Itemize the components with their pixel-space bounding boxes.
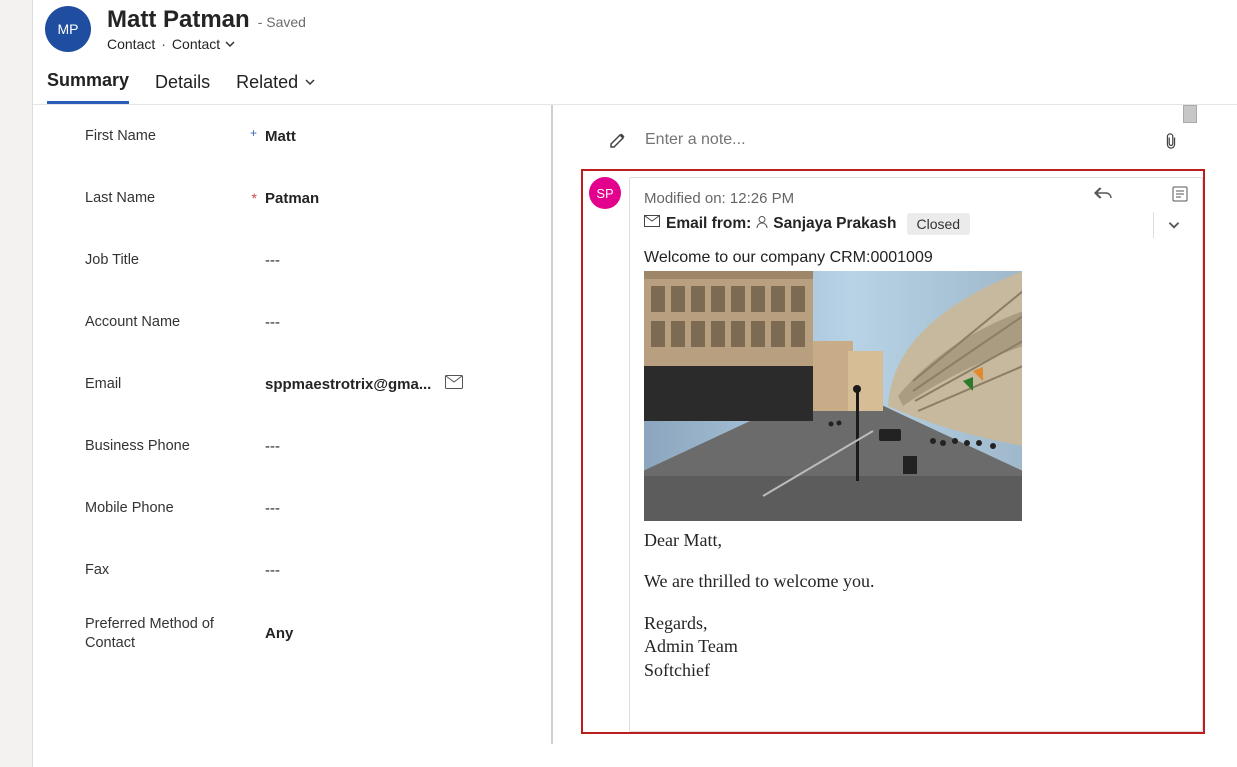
entity-label: Contact	[107, 36, 155, 52]
field-value: Patman	[265, 190, 545, 207]
email-activity-card[interactable]: Modified on: 12:26 PM Email from: Sanjay…	[629, 177, 1203, 732]
email-subject: Welcome to our company CRM:0001009	[644, 249, 1188, 267]
record-header: MP Matt Patman - Saved Contact · Contact	[33, 0, 1237, 62]
field-last-name[interactable]: Last Name Patman	[33, 167, 545, 229]
mail-icon[interactable]	[445, 375, 463, 394]
field-value: ---	[265, 252, 545, 269]
timeline-pane: SP	[581, 105, 1237, 744]
scrollbar[interactable]	[551, 105, 553, 744]
timeline-card-highlighted: SP	[581, 169, 1205, 734]
tab-details[interactable]: Details	[155, 70, 210, 104]
record-name: Matt Patman	[107, 6, 250, 34]
note-icon[interactable]	[1172, 186, 1190, 204]
field-label: First Name	[85, 128, 265, 144]
field-mobile-phone[interactable]: Mobile Phone ---	[33, 477, 545, 539]
field-label: Fax	[85, 562, 265, 578]
save-status: - Saved	[258, 14, 306, 30]
sender-avatar: SP	[589, 177, 621, 209]
field-label: Business Phone	[85, 438, 265, 454]
record-page: MP Matt Patman - Saved Contact · Contact…	[32, 0, 1237, 767]
content-area: First Name Matt Last Name Patman Job Tit…	[33, 105, 1237, 744]
status-badge: Closed	[907, 213, 971, 235]
email-image	[644, 271, 1022, 521]
chevron-down-icon	[224, 38, 236, 50]
field-fax[interactable]: Fax ---	[33, 539, 545, 601]
nav-rail	[0, 0, 32, 767]
pencil-icon	[609, 131, 627, 149]
chevron-down-icon	[304, 76, 316, 88]
field-label: Last Name	[85, 190, 265, 206]
field-account-name[interactable]: Account Name ---	[33, 291, 545, 353]
field-label: Account Name	[85, 314, 265, 330]
field-label: Email	[85, 376, 265, 392]
field-value: ---	[265, 500, 545, 517]
note-input[interactable]	[645, 131, 1145, 149]
field-value: sppmaestrotrix@gma...	[265, 376, 431, 393]
record-avatar: MP	[45, 6, 91, 52]
field-job-title[interactable]: Job Title ---	[33, 229, 545, 291]
pane-divider	[553, 105, 581, 744]
body-greeting: Dear Matt,	[644, 529, 1188, 552]
tab-summary[interactable]: Summary	[47, 70, 129, 104]
tab-bar: Summary Details Related	[33, 62, 1237, 105]
body-sign: Admin Team	[644, 635, 1188, 658]
body-line: We are thrilled to welcome you.	[644, 570, 1188, 593]
field-value: ---	[265, 314, 545, 331]
chevron-down-icon[interactable]	[1153, 212, 1190, 238]
scrollbar[interactable]	[1183, 105, 1197, 123]
field-value: Any	[265, 625, 545, 642]
body-sign: Softchief	[644, 659, 1188, 682]
email-icon	[644, 215, 662, 234]
field-first-name[interactable]: First Name Matt	[33, 105, 545, 167]
field-label: Mobile Phone	[85, 500, 265, 516]
field-label: Preferred Method of Contact	[85, 615, 265, 653]
tab-related-label: Related	[236, 72, 298, 93]
field-value: ---	[265, 562, 545, 579]
form-selector[interactable]: Contact	[172, 36, 236, 52]
attachment-icon[interactable]	[1163, 131, 1181, 149]
form-name: Contact	[172, 36, 220, 52]
from-label: Email from:	[666, 215, 751, 233]
field-value: ---	[265, 438, 545, 455]
field-email[interactable]: Email sppmaestrotrix@gma...	[33, 353, 545, 415]
form-pane: First Name Matt Last Name Patman Job Tit…	[33, 105, 553, 744]
tab-related[interactable]: Related	[236, 70, 316, 104]
from-name: Sanjaya Prakash	[773, 215, 896, 233]
field-label: Job Title	[85, 252, 265, 268]
field-preferred-contact[interactable]: Preferred Method of Contact Any	[33, 601, 545, 667]
card-actions	[1094, 186, 1190, 238]
email-body: Dear Matt, We are thrilled to welcome yo…	[644, 529, 1188, 682]
separator: ·	[161, 36, 166, 52]
field-business-phone[interactable]: Business Phone ---	[33, 415, 545, 477]
body-sign: Regards,	[644, 612, 1188, 635]
note-input-row[interactable]	[609, 131, 1181, 149]
person-icon	[755, 215, 769, 234]
field-value: Matt	[265, 128, 545, 145]
reply-icon[interactable]	[1094, 186, 1112, 204]
